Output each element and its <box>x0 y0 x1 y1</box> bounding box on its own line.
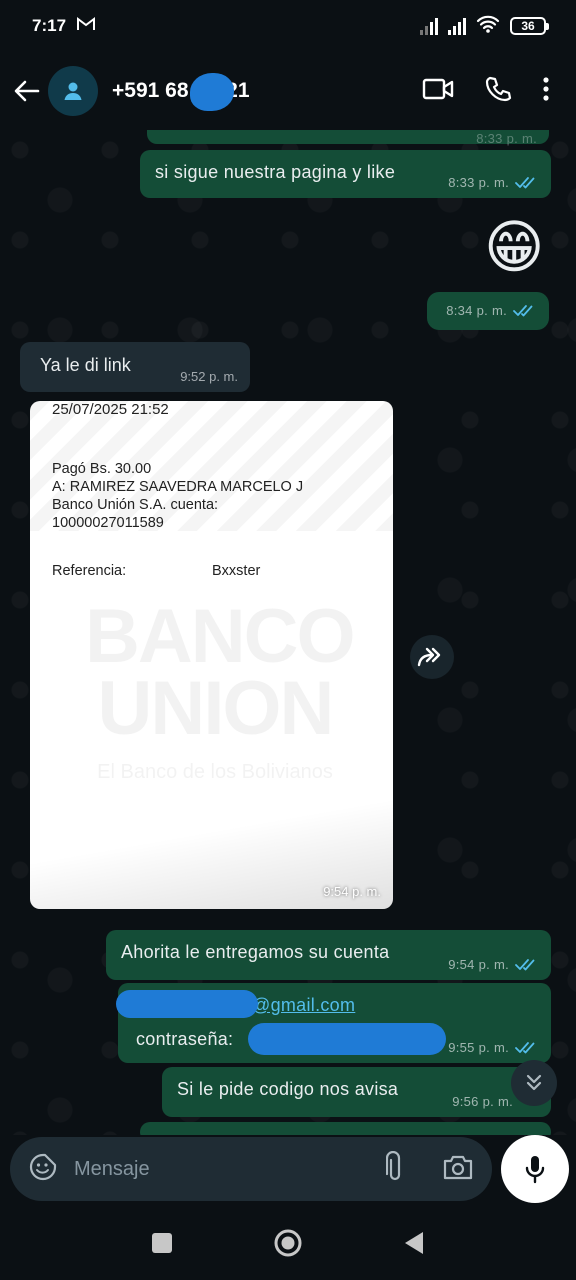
password-label: contraseña: <box>136 1029 234 1049</box>
message-text: Ya le di link <box>40 355 131 375</box>
double-check-icon <box>513 304 533 316</box>
triangle-back-icon <box>405 1231 423 1254</box>
signal-icon-sim1 <box>420 17 438 35</box>
message-time: 8:33 p. m. <box>448 175 509 190</box>
emoji-message[interactable]: 😁 <box>484 216 544 280</box>
paperclip-icon <box>385 1150 401 1180</box>
message-time: 9:54 p. m. <box>323 884 381 899</box>
email-link[interactable]: @gmail.com <box>252 995 355 1016</box>
message-bubble-outgoing[interactable]: Ahorita le entregamos su cuenta 9:54 p. … <box>106 930 551 980</box>
video-icon <box>422 78 454 99</box>
message-text: Ahorita le entregamos su cuenta <box>121 942 390 962</box>
receipt-paid: Pagó Bs. 30.00 <box>52 461 152 477</box>
status-time: 7:17 <box>32 16 67 35</box>
home-button[interactable] <box>273 1228 303 1263</box>
receipt-bank: Banco Unión S.A. cuenta: <box>52 497 219 513</box>
double-check-icon <box>515 958 535 970</box>
receipt-datetime: 25/07/2025 21:52 <box>52 401 169 418</box>
message-bubble-outgoing[interactable]: Si le pide codigo nos avisa 9:56 p. m. <box>162 1067 551 1117</box>
receipt-account: 10000027011589 <box>52 515 164 531</box>
receipt-recipient: A: RAMIREZ SAAVEDRA MARCELO J <box>52 479 304 495</box>
gmail-icon <box>76 16 96 37</box>
redaction-mark <box>116 990 258 1018</box>
double-check-icon <box>515 1041 535 1053</box>
camera-button[interactable] <box>442 1153 474 1186</box>
system-nav-bar <box>0 1210 576 1280</box>
message-bubble-outgoing[interactable]: 8:33 p. m. <box>147 130 549 146</box>
battery-icon: 36 <box>510 17 549 35</box>
message-time: 9:55 p. m. <box>448 1040 509 1055</box>
message-text: Si le pide codigo nos avisa <box>177 1079 399 1099</box>
message-text: si sigue nuestra pagina y like <box>155 162 396 182</box>
receipt-reference-value: Bxxster <box>212 563 261 579</box>
redaction-mark <box>190 73 234 111</box>
avatar[interactable] <box>48 66 98 116</box>
scroll-to-bottom-button[interactable] <box>511 1060 557 1106</box>
message-time: 9:54 p. m. <box>448 957 509 972</box>
forward-button[interactable] <box>410 635 454 679</box>
video-call-button[interactable] <box>422 77 454 106</box>
receipt-image[interactable]: BANCO UNION El Banco de los Bolivianos 2… <box>30 401 393 909</box>
message-input-box[interactable]: Mensaje <box>10 1137 492 1201</box>
more-options-button[interactable] <box>542 76 550 107</box>
back-button[interactable] <box>10 74 44 108</box>
message-bubble-outgoing[interactable]: si sigue nuestra pagina y like 8:33 p. m… <box>140 150 551 198</box>
forward-icon <box>417 647 441 667</box>
voice-call-button[interactable] <box>484 75 512 108</box>
contact-name[interactable]: +591 68121 <box>112 73 250 111</box>
signal-icon-sim2 <box>448 17 466 35</box>
redaction-mark <box>248 1023 446 1055</box>
message-time: 8:33 p. m. <box>476 131 537 146</box>
microphone-icon <box>525 1156 545 1184</box>
chat-area[interactable]: 8:33 p. m. si sigue nuestra pagina y lik… <box>0 130 576 1135</box>
person-icon <box>64 82 82 100</box>
message-bubble-outgoing[interactable]: 8:34 p. m. <box>427 292 549 330</box>
composer: Mensaje <box>0 1135 576 1210</box>
back-nav-button[interactable] <box>403 1231 425 1260</box>
double-chevron-down-icon <box>526 1074 542 1091</box>
circle-icon <box>274 1229 302 1256</box>
bank-watermark: BANCO UNION El Banco de los Bolivianos <box>85 594 356 784</box>
status-bar: 7:17 36 <box>0 0 576 52</box>
chat-header: +591 68121 <box>0 52 576 130</box>
wifi-icon <box>476 15 500 38</box>
message-bubble-incoming[interactable]: Ya le di link 9:52 p. m. <box>20 342 250 392</box>
message-input[interactable]: Mensaje <box>74 1158 150 1181</box>
attach-button[interactable] <box>385 1150 404 1188</box>
contact-number-prefix: +591 68 <box>112 79 189 102</box>
recent-apps-button[interactable] <box>151 1232 173 1259</box>
message-bubble-outgoing[interactable] <box>140 1122 551 1135</box>
message-time: 8:34 p. m. <box>446 303 507 318</box>
receipt-reference-label: Referencia: <box>52 563 127 579</box>
square-icon <box>152 1232 172 1253</box>
arrow-left-icon <box>14 80 40 102</box>
sticker-icon <box>29 1153 57 1180</box>
camera-icon <box>443 1155 473 1179</box>
phone-icon <box>485 76 512 101</box>
double-check-icon <box>515 176 535 188</box>
message-time: 9:56 p. m. <box>452 1094 513 1109</box>
sticker-button[interactable] <box>28 1152 58 1187</box>
message-time: 9:52 p. m. <box>180 369 238 384</box>
kebab-menu-icon <box>543 76 549 101</box>
voice-message-button[interactable] <box>501 1135 569 1203</box>
